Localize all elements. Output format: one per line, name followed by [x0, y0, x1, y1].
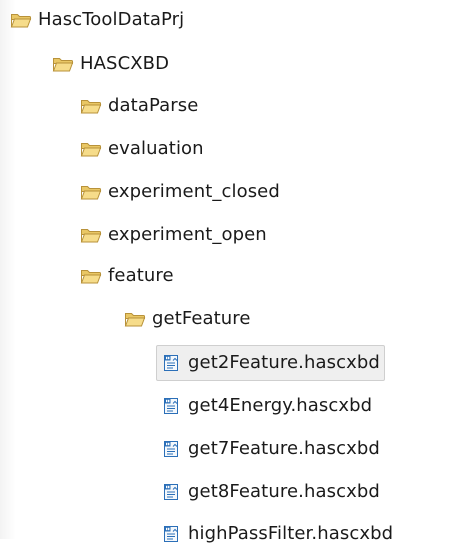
tree-item-label: HascToolDataPrj — [38, 9, 185, 30]
hascxbd-file-icon — [160, 525, 182, 543]
project-explorer-tree: HascToolDataPrj HASCXBD dataParse evalua… — [0, 0, 470, 544]
tree-folder-experiment-closed[interactable]: experiment_closed — [80, 174, 280, 210]
tree-item-label: get2Feature.hascxbd — [188, 352, 380, 373]
open-folder-icon — [80, 140, 102, 158]
tree-file-highpassfilter-hascxbd[interactable]: highPassFilter.hascxbd — [160, 516, 393, 552]
tree-item-label: highPassFilter.hascxbd — [188, 523, 394, 544]
open-folder-icon — [52, 55, 74, 73]
tree-folder-dataparse[interactable]: dataParse — [80, 88, 198, 124]
tree-folder-hascxbd[interactable]: HASCXBD — [52, 46, 169, 82]
hascxbd-file-icon — [160, 440, 182, 458]
open-folder-icon — [80, 226, 102, 244]
tree-item-label: get8Feature.hascxbd — [188, 481, 380, 502]
hascxbd-file-icon — [160, 483, 182, 501]
tree-item-label: HASCXBD — [80, 53, 170, 74]
tree-folder-hasctooldataprj[interactable]: HascToolDataPrj — [10, 2, 184, 38]
tree-item-label: experiment_open — [108, 224, 267, 245]
tree-folder-feature[interactable]: feature — [80, 258, 174, 294]
tree-item-label: get4Energy.hascxbd — [188, 395, 373, 416]
open-folder-icon — [80, 97, 102, 115]
tree-file-get8feature-hascxbd[interactable]: get8Feature.hascxbd — [160, 474, 380, 510]
tree-folder-getfeature[interactable]: getFeature — [124, 301, 251, 337]
open-folder-icon — [80, 183, 102, 201]
tree-item-label: feature — [108, 265, 174, 286]
tree-folder-evaluation[interactable]: evaluation — [80, 131, 204, 167]
hascxbd-file-icon — [160, 354, 182, 372]
hascxbd-file-icon — [160, 397, 182, 415]
tree-item-label: dataParse — [108, 95, 199, 116]
tree-folder-experiment-open[interactable]: experiment_open — [80, 217, 267, 253]
tree-item-label: evaluation — [108, 138, 204, 159]
tree-file-get4energy-hascxbd[interactable]: get4Energy.hascxbd — [160, 388, 372, 424]
tree-file-get7feature-hascxbd[interactable]: get7Feature.hascxbd — [160, 431, 380, 467]
tree-item-label: get7Feature.hascxbd — [188, 438, 380, 459]
open-folder-icon — [80, 267, 102, 285]
tree-item-label: getFeature — [152, 308, 251, 329]
tree-item-label: experiment_closed — [108, 181, 280, 202]
open-folder-icon — [124, 310, 146, 328]
open-folder-icon — [10, 11, 32, 29]
tree-file-get2feature-hascxbd[interactable]: get2Feature.hascxbd — [156, 345, 385, 381]
